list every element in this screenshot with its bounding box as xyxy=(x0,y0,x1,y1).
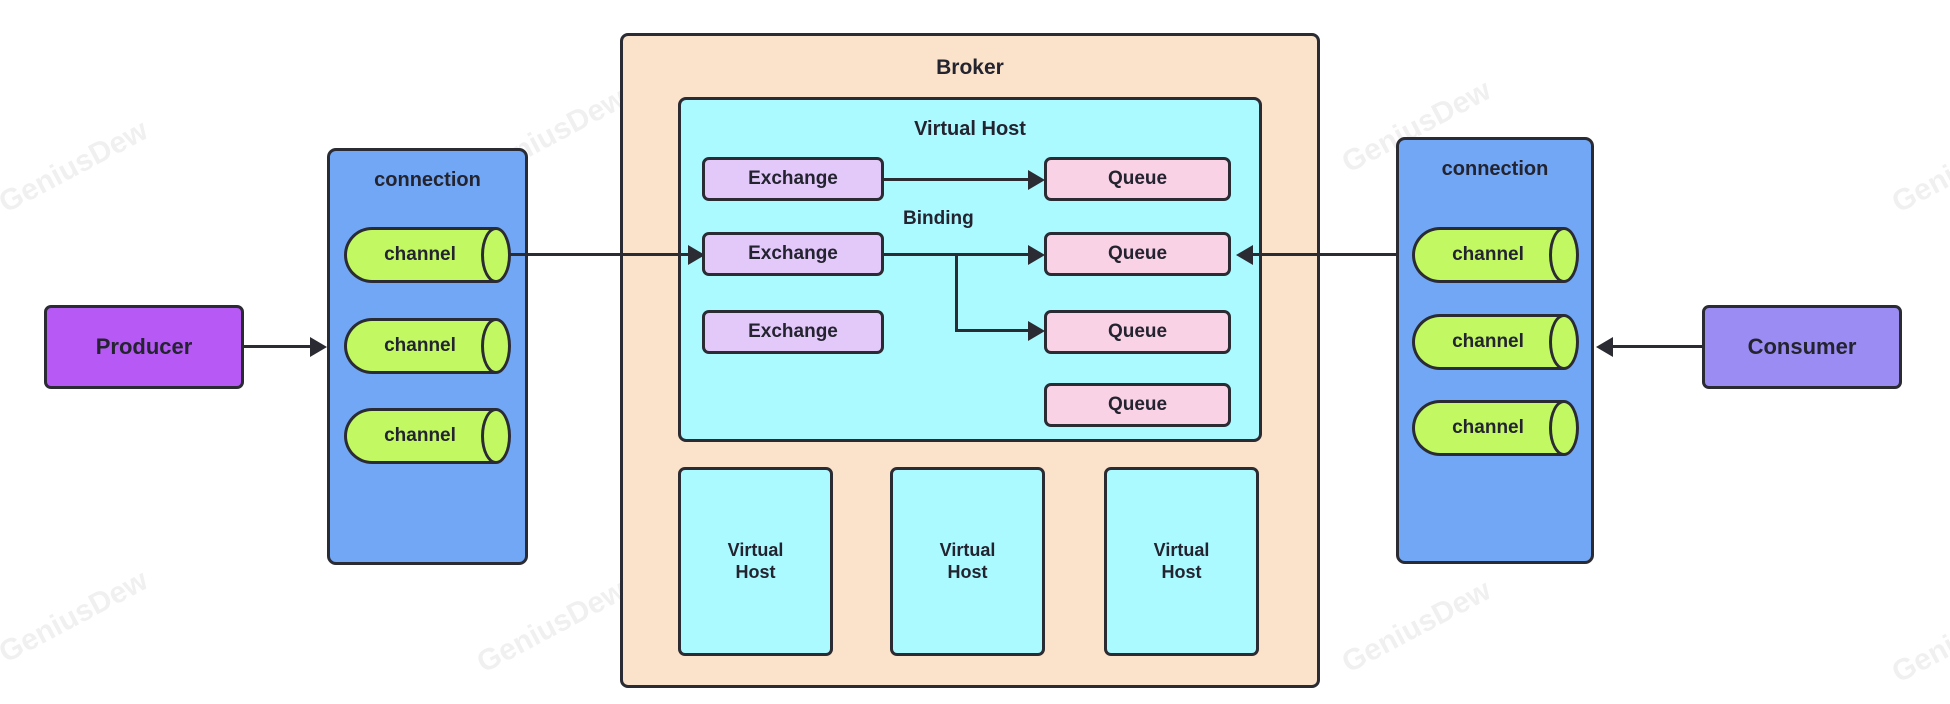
producer-to-connection-arrowhead xyxy=(310,337,327,357)
queue-1[interactable]: Queue xyxy=(1044,157,1231,201)
exchange1-to-queue1-line xyxy=(884,178,1036,181)
virtual-host-bottom-1[interactable]: Virtual Host xyxy=(678,467,833,656)
consumer-node[interactable]: Consumer xyxy=(1702,305,1902,389)
channel-left-1-label: channel xyxy=(384,244,456,265)
queue2-to-channel-line xyxy=(1252,253,1402,256)
exchange2-to-queue2-arrowhead xyxy=(1028,245,1045,265)
queue-2-label: Queue xyxy=(1107,242,1168,264)
exchange-1[interactable]: Exchange xyxy=(702,157,884,201)
producer-node[interactable]: Producer xyxy=(44,305,244,389)
virtual-host-bottom-2-line2: Host xyxy=(947,561,988,582)
consumer-to-connection-arrowhead xyxy=(1596,337,1613,357)
exchange1-to-queue1-arrowhead xyxy=(1028,170,1045,190)
binding-branch-to-queue3-line xyxy=(955,329,1036,332)
consumer-label: Consumer xyxy=(1747,333,1857,359)
channel-right-2[interactable]: channel xyxy=(1412,314,1579,370)
queue-2[interactable]: Queue xyxy=(1044,232,1231,276)
queue-1-label: Queue xyxy=(1107,167,1168,189)
exchange-2[interactable]: Exchange xyxy=(702,232,884,276)
binding-to-queue3-arrowhead xyxy=(1028,321,1045,341)
broker-title: Broker xyxy=(936,56,1004,79)
channel-left-2[interactable]: channel xyxy=(344,318,511,374)
binding-label: Binding xyxy=(903,208,974,229)
virtual-host-bottom-2[interactable]: Virtual Host xyxy=(890,467,1045,656)
watermark: GeniusDew xyxy=(0,563,154,670)
connection-left-label: connection xyxy=(374,169,481,191)
channel-right-2-label: channel xyxy=(1452,331,1524,352)
queue-4-label: Queue xyxy=(1107,393,1168,415)
channel-right-3-label: channel xyxy=(1452,417,1524,438)
channel-right-3[interactable]: channel xyxy=(1412,400,1579,456)
exchange-3-label: Exchange xyxy=(748,320,838,342)
virtual-host-bottom-1-line1: Virtual xyxy=(727,539,784,560)
channel-to-exchange-line xyxy=(510,253,692,256)
channel-right-1-label: channel xyxy=(1452,244,1524,265)
exchange-3[interactable]: Exchange xyxy=(702,310,884,354)
queue-3-label: Queue xyxy=(1107,320,1168,342)
channel-left-1[interactable]: channel xyxy=(344,227,511,283)
exchange-2-label: Exchange xyxy=(748,242,838,264)
watermark: GeniusDew xyxy=(1336,573,1497,680)
producer-label: Producer xyxy=(95,333,193,359)
virtual-host-bottom-2-line1: Virtual xyxy=(939,539,996,560)
queue-3[interactable]: Queue xyxy=(1044,310,1231,354)
consumer-to-connection-line xyxy=(1612,345,1702,348)
virtual-host-bottom-1-line2: Host xyxy=(735,561,776,582)
watermark: GeniusDew xyxy=(1886,583,1950,690)
connection-right-label: connection xyxy=(1441,158,1549,180)
binding-branch-vertical-line xyxy=(955,253,958,331)
watermark: GeniusDew xyxy=(0,113,154,220)
diagram-canvas: GeniusDew GeniusDew GeniusDew GeniusDew … xyxy=(0,0,1950,704)
queue2-to-channel-arrowhead xyxy=(1236,245,1253,265)
virtual-host-bottom-3[interactable]: Virtual Host xyxy=(1104,467,1259,656)
queue-4[interactable]: Queue xyxy=(1044,383,1231,427)
exchange-1-label: Exchange xyxy=(748,167,838,189)
channel-left-3[interactable]: channel xyxy=(344,408,511,464)
exchange2-to-queue2-line xyxy=(884,253,1036,256)
watermark: GeniusDew xyxy=(471,573,632,680)
channel-left-3-label: channel xyxy=(384,425,456,446)
virtual-host-bottom-3-line1: Virtual xyxy=(1153,539,1210,560)
virtual-host-main-title: Virtual Host xyxy=(914,118,1026,140)
producer-to-connection-line xyxy=(244,345,314,348)
watermark: GeniusDew xyxy=(1886,113,1950,220)
channel-right-1[interactable]: channel xyxy=(1412,227,1579,283)
virtual-host-bottom-3-line2: Host xyxy=(1161,561,1202,582)
channel-left-2-label: channel xyxy=(384,335,456,356)
